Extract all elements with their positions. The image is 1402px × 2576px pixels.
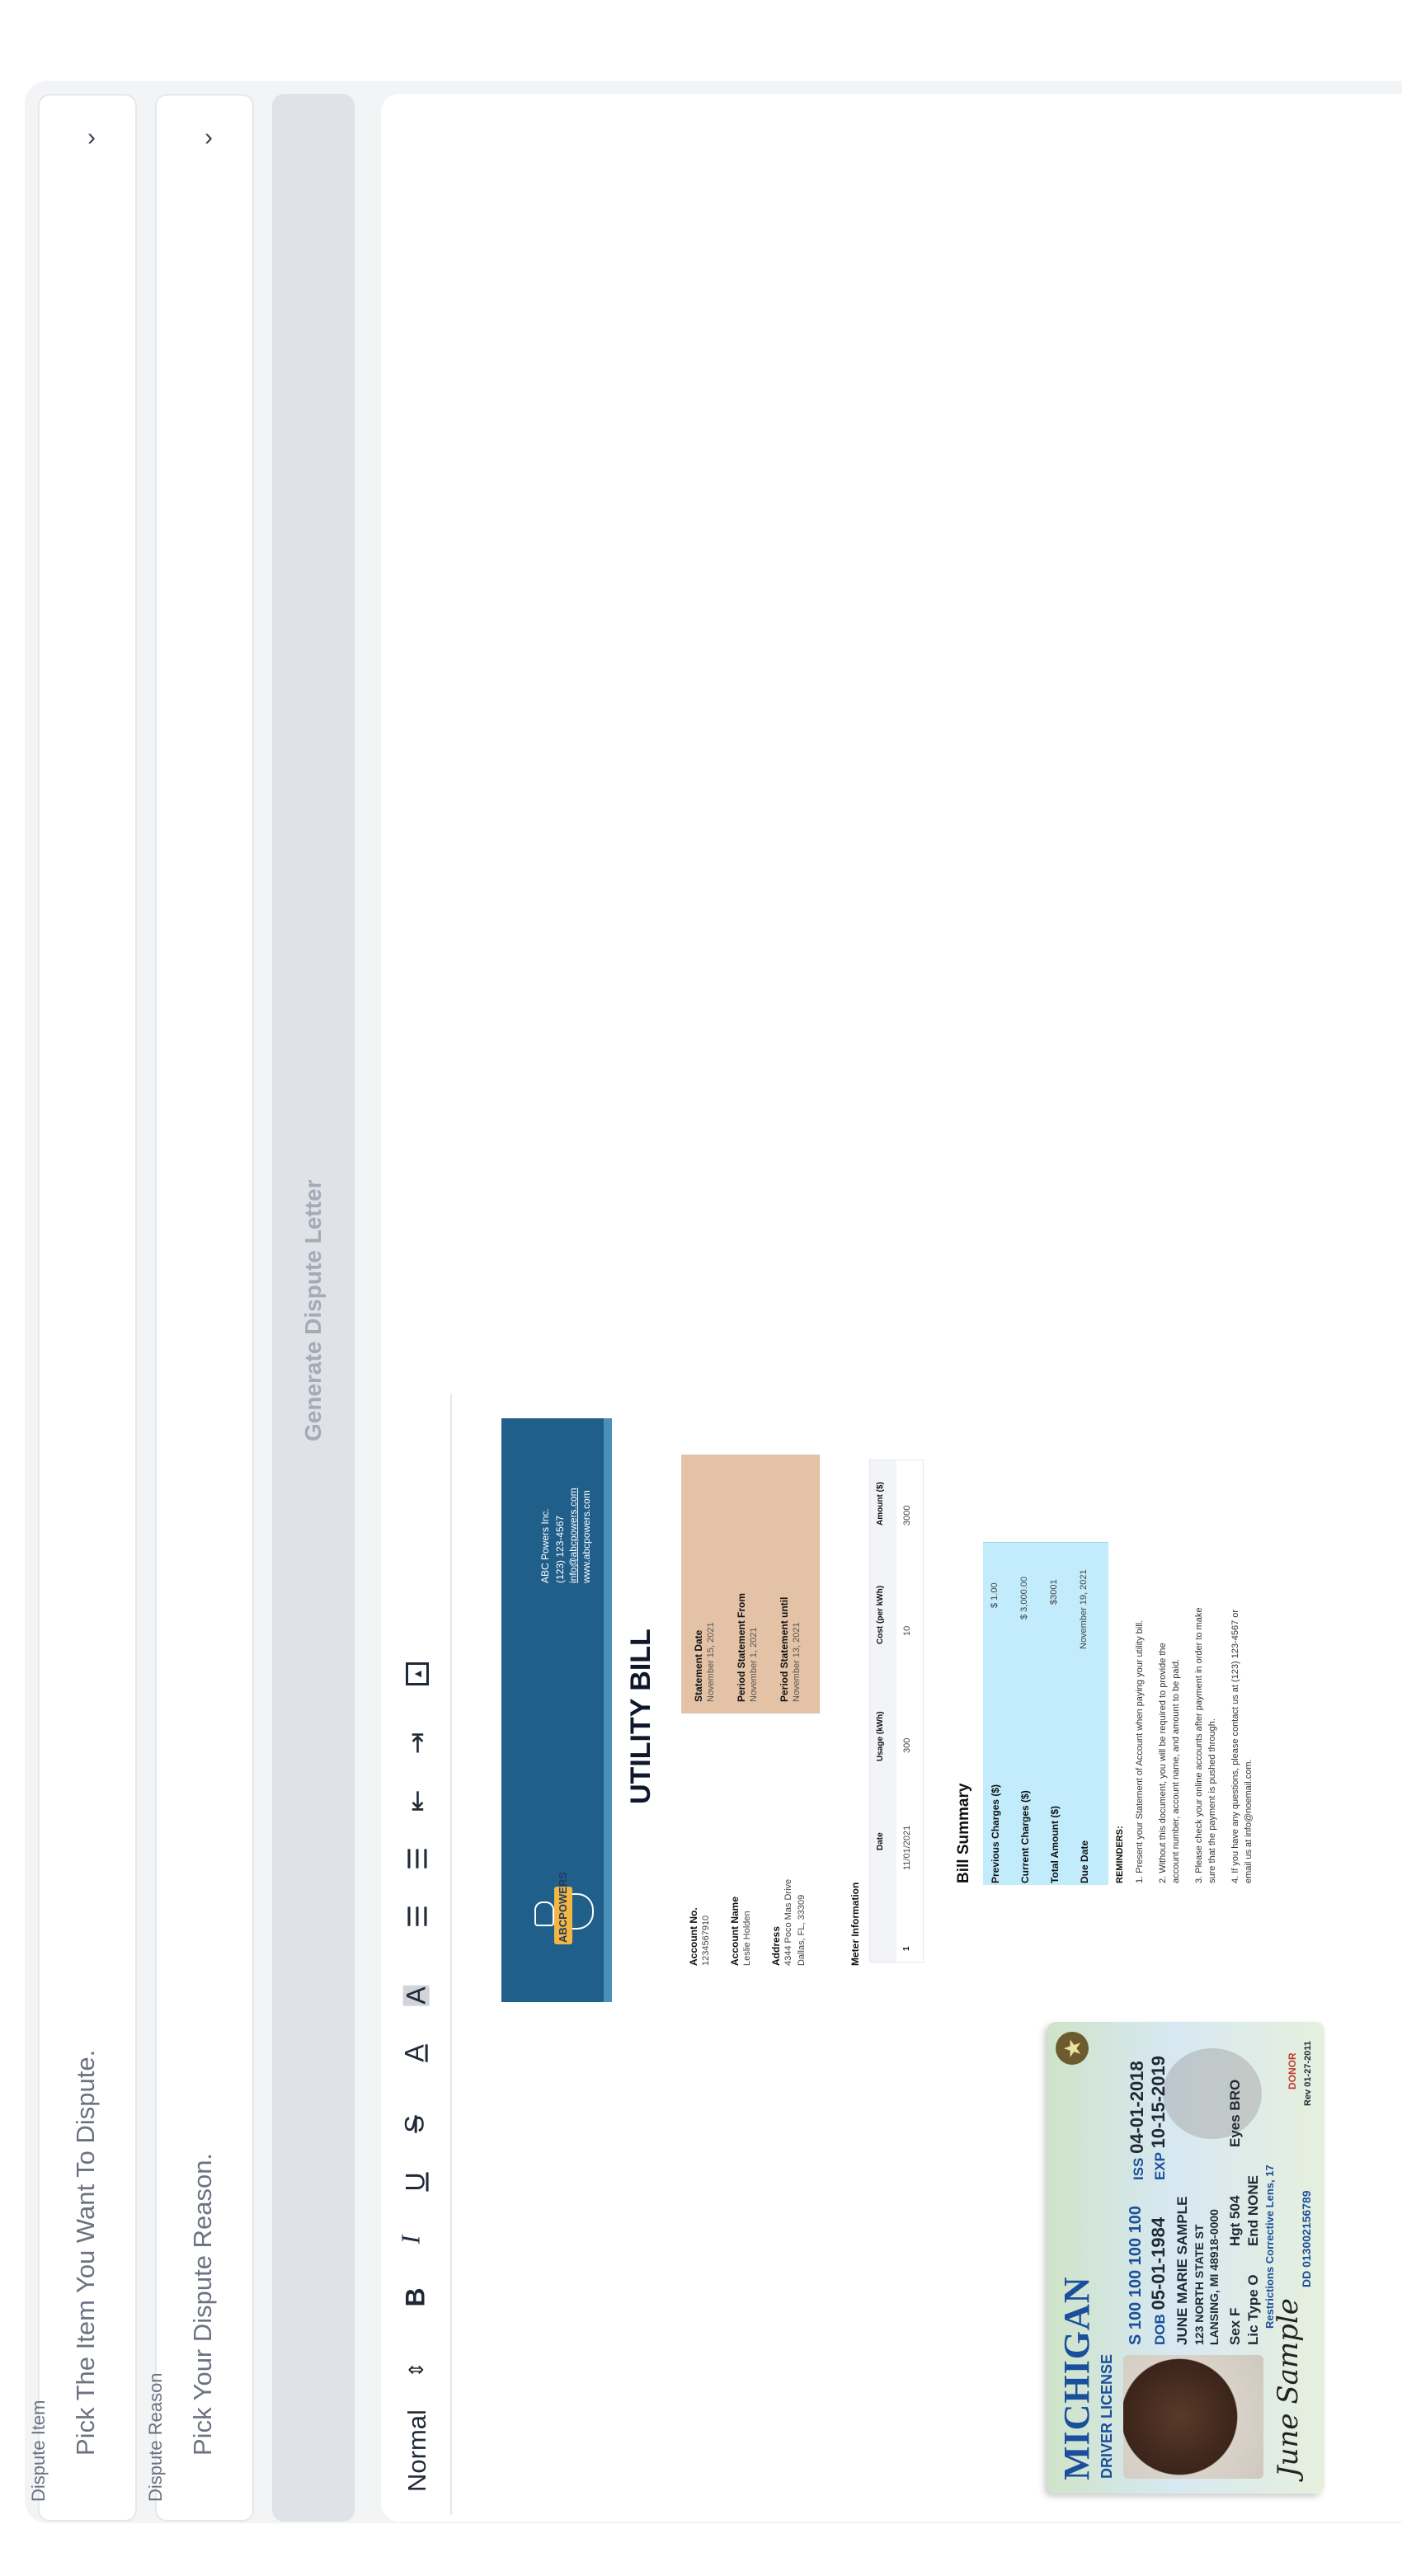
reminder-line: sure that the payment is pushed through. [1207,1718,1217,1883]
address-line1: 4344 Poco Mas Drive [783,1878,793,1966]
underline-icon[interactable]: U [401,2169,430,2195]
exp-label: EXP [1152,2152,1168,2180]
meter-header-date: Date [876,1832,885,1850]
bold-icon[interactable]: B [401,2284,430,2310]
bill-summary-title: Bill Summary [955,1783,972,1883]
meter-header-amount: Amount ($) [876,1482,885,1525]
account-name-label: Account Name [729,1896,741,1966]
reminder-line: account number, account name, and amount… [1171,1658,1181,1883]
bill-title: UTILITY BILL [625,1629,656,1804]
license-addr1: 123 NORTH STATE ST [1193,2224,1206,2345]
dispute-item-label: Dispute Item [28,2400,49,2503]
license-photo [1123,2355,1263,2479]
account-no: 1234567910 [701,1915,711,1966]
summary-previous-label: Previous Charges ($) [990,1784,1001,1883]
star-icon: ★ [1056,2032,1089,2065]
dispute-reason-placeholder: Pick Your Dispute Reason. [188,2152,217,2456]
reminders-title: REMINDERS: [1115,1826,1125,1883]
dispute-item-placeholder: Pick The Item You Want To Dispute. [71,2049,100,2456]
license-lic-type: Lic Type O [1245,2274,1261,2345]
outdent-icon[interactable]: ⇤ [402,1788,431,1814]
dispute-reason-label: Dispute Reason [145,2372,166,2502]
heading-select[interactable]: Normal [402,2409,431,2492]
license-type: DRIVER LICENSE [1099,2353,1115,2479]
license-sex: Sex F [1227,2307,1243,2345]
meter-title: Meter Information [849,1882,861,1966]
bullet-list-icon[interactable]: ☰ [402,1845,432,1872]
reminder-line: 1. Present your Statement of Account whe… [1135,1619,1145,1883]
company-phone: (123) 123-4567 [554,1515,566,1583]
account-name: Leslie Holden [742,1911,752,1966]
bill-summary-box [983,1542,1108,1885]
statement-date: November 15, 2021 [706,1622,716,1702]
summary-due-value: November 19, 2021 [1079,1569,1089,1649]
image-icon[interactable]: ▲ [406,1656,429,1685]
summary-current-label: Current Charges ($) [1019,1790,1031,1883]
generate-dispute-letter-label: Generate Dispute Letter [300,1179,326,1441]
reminder-line: email us at info@noemail.com. [1244,1759,1254,1883]
period-from-label: Period Statement From [736,1592,747,1702]
period-from: November 1, 2021 [749,1627,759,1703]
summary-current-value: $ 3,000.00 [1019,1577,1029,1619]
meter-row-usage: 300 [902,1737,912,1753]
meter-row-date: 11/01/2021 [902,1825,912,1870]
license-donor-date: Rev 01-27-2011 [1303,2041,1313,2106]
period-until: November 13, 2021 [792,1622,802,1702]
license-dd: DD 013002156789 [1300,2190,1313,2287]
chevron-right-icon: › [205,124,213,151]
license-donor: DONOR [1287,2052,1298,2089]
summary-due-label: Due Date [1079,1840,1090,1883]
dob-value: 05-01-1984 [1148,2216,1169,2310]
statement-date-label: Statement Date [693,1629,704,1702]
driver-license-image: MICHIGAN DRIVER LICENSE ★ S 100 100 100 … [1047,2022,1324,2494]
license-eyes: Eyes BRO [1227,2079,1243,2147]
highlight-color-icon[interactable]: A [402,1982,431,2009]
meter-header-usage: Usage (kWh) [876,1711,885,1761]
summary-total-label: Total Amount ($) [1049,1806,1061,1883]
license-number: S 100 100 100 100 [1127,2205,1145,2345]
meter-header-cost: Cost (per kWh) [876,1585,885,1644]
strikethrough-icon[interactable]: S [400,2111,430,2137]
summary-total-value: $3001 [1049,1579,1059,1605]
license-addr2: LANSING, MI 48918-0000 [1207,2209,1221,2345]
toolbar-divider [450,1394,452,2515]
select-arrows-icon: ⇕ [406,2361,429,2379]
license-state: MICHIGAN [1056,2276,1097,2480]
license-name: JUNE MARIE SAMPLE [1174,2196,1190,2345]
address-label: Address [770,1925,782,1966]
lightbulb-icon [534,1901,554,1926]
reminder-line: 3. Please check your online accounts aft… [1194,1607,1204,1883]
dob-label: DOB [1152,2314,1168,2345]
text-color-icon[interactable]: A [400,2040,430,2066]
reminder-line: 2. Without this document, you will be re… [1158,1643,1168,1883]
reminder-line: 4. If you have any questions, please con… [1230,1609,1240,1883]
meter-row-index: 1 [902,1946,911,1951]
summary-previous-value: $ 1.00 [990,1582,1000,1608]
license-height: Hgt 504 [1227,2195,1243,2246]
license-signature: June Sample [1272,2298,1305,2477]
exp-value: 10-15-2019 [1148,2056,1169,2149]
indent-icon[interactable]: ⇥ [402,1730,431,1756]
license-end: End NONE [1245,2175,1261,2246]
numbered-list-icon[interactable]: ☰ [402,1903,432,1930]
period-until-label: Period Statement until [779,1596,790,1702]
iss-value: 04-01-2018 [1127,2061,1147,2154]
address-line2: Dallas, FL, 33309 [797,1894,807,1966]
company-logo-text: ABCPOWERS [557,1872,569,1943]
company-website: www.abcpowers.com [581,1490,592,1583]
company-email: info@abcpowers.com [567,1488,579,1583]
iss-label: ISS [1131,2157,1146,2180]
meter-row-amount: 3000 [902,1505,912,1525]
license-ghost-photo [1163,2048,1262,2139]
chevron-right-icon: › [87,124,96,151]
company-name: ABC Powers Inc. [539,1508,551,1583]
meter-row-cost: 10 [902,1625,912,1636]
italic-icon[interactable]: I [395,2226,425,2253]
account-no-label: Account No. [688,1907,699,1966]
